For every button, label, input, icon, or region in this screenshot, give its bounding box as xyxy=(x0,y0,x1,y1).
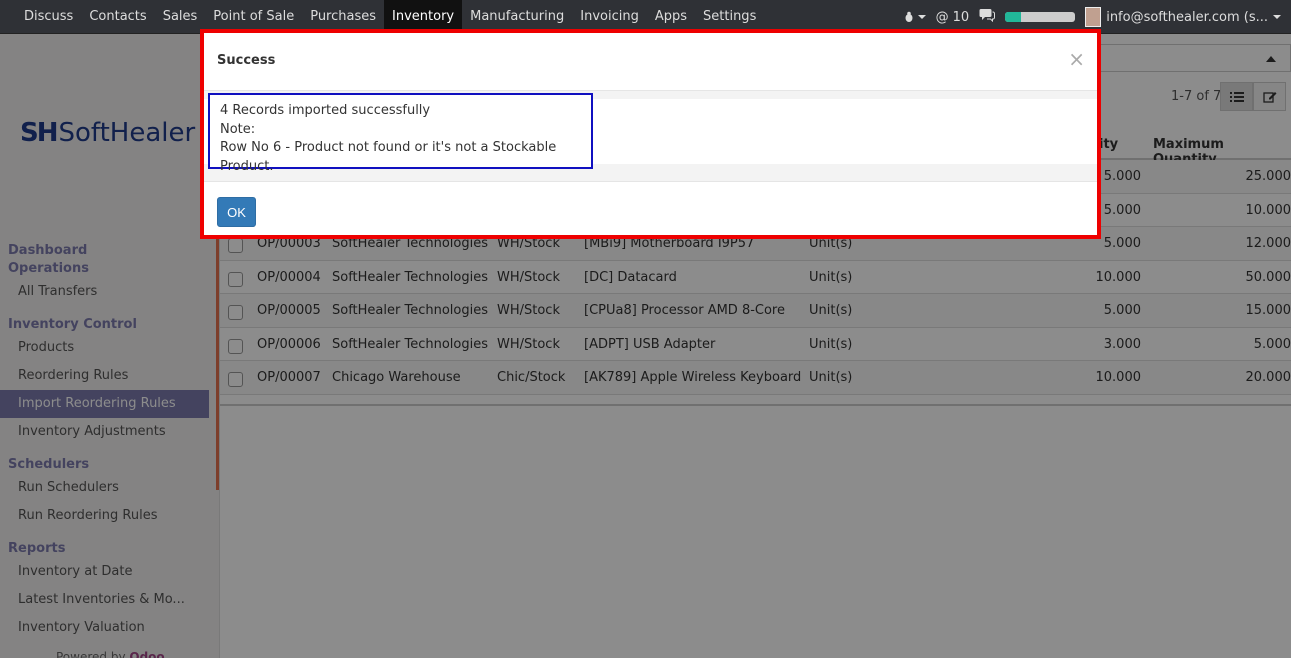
planner-progress-bar[interactable] xyxy=(1005,12,1076,22)
dialog-title: Success xyxy=(217,53,276,68)
user-menu[interactable]: info@softhealer.com (s... xyxy=(1085,7,1281,27)
debug-bug-icon[interactable] xyxy=(903,11,926,23)
avatar xyxy=(1085,7,1102,27)
user-email: info@softhealer.com (s... xyxy=(1106,9,1268,25)
mention-count: 10 xyxy=(952,9,970,25)
dialog-footer: OK xyxy=(204,181,1097,239)
chevron-down-icon xyxy=(1273,15,1281,19)
import-result-message: 4 Records imported successfully Note: Ro… xyxy=(208,93,593,174)
message-line: 4 Records imported successfully xyxy=(220,103,431,118)
dialog-body: 4 Records imported successfully Note: Ro… xyxy=(204,91,1097,181)
progress-fill xyxy=(1005,12,1021,22)
message-line: Note: xyxy=(220,121,256,137)
close-icon[interactable]: × xyxy=(1068,47,1085,71)
mentions-button[interactable]: @ 10 xyxy=(936,10,970,25)
chat-icon[interactable] xyxy=(979,8,996,26)
success-dialog: Success × 4 Records imported successfull… xyxy=(200,29,1101,239)
ok-button[interactable]: OK xyxy=(217,197,256,227)
menu-item-sales[interactable]: Sales xyxy=(155,0,206,34)
dialog-header: Success × xyxy=(204,33,1097,91)
menu-item-contacts[interactable]: Contacts xyxy=(81,0,154,34)
dialog-content: 4 Records imported successfully Note: Ro… xyxy=(204,93,1097,174)
menu-item-discuss[interactable]: Discuss xyxy=(16,0,81,34)
at-icon: @ xyxy=(935,9,949,25)
message-line: Row No 6 - Product not found or it's not… xyxy=(220,140,557,174)
chevron-down-icon xyxy=(917,15,926,19)
